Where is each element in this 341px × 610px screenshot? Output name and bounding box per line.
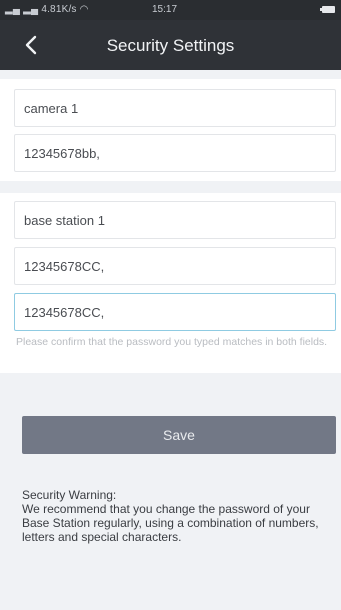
network-speed: ▂▄ ▂▄ 4.81K/s ◠ bbox=[5, 4, 89, 15]
camera-password-field[interactable] bbox=[14, 134, 336, 172]
base-station-section: Please confirm that the password you typ… bbox=[0, 193, 341, 373]
wifi-icon: ◠ bbox=[79, 4, 89, 15]
status-time: 15:17 bbox=[152, 4, 178, 15]
warning-title: Security Warning: bbox=[22, 488, 117, 502]
confirm-password-field[interactable] bbox=[14, 293, 336, 331]
warning-body: We recommend that you change the passwor… bbox=[22, 502, 319, 544]
base-station-name-field[interactable] bbox=[14, 201, 336, 239]
base-station-password-field[interactable] bbox=[14, 247, 336, 285]
password-match-hint: Please confirm that the password you typ… bbox=[16, 336, 328, 348]
camera-section bbox=[0, 79, 341, 181]
page-title: Security Settings bbox=[106, 36, 235, 55]
camera-name-field[interactable] bbox=[14, 89, 336, 127]
security-warning: Security Warning: We recommend that you … bbox=[22, 488, 338, 544]
battery-icon bbox=[320, 6, 335, 13]
status-bar: ▂▄ ▂▄ 4.81K/s ◠ 15:17 bbox=[0, 0, 341, 20]
signal-icon: ▂▄ ▂▄ bbox=[5, 4, 42, 15]
save-button[interactable]: Save bbox=[22, 416, 336, 454]
header: Security Settings bbox=[0, 20, 341, 70]
